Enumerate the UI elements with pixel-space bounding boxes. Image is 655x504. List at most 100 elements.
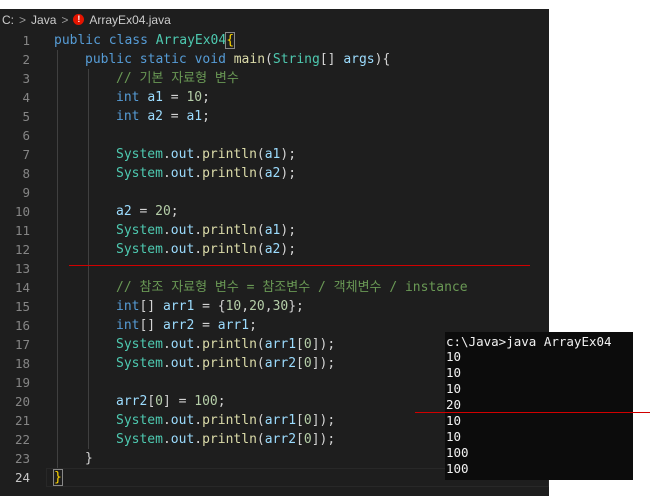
code-token: . <box>194 432 203 447</box>
code-token: ( <box>256 337 265 352</box>
code-token: . <box>162 356 171 371</box>
code-token: System <box>116 223 163 238</box>
code-line[interactable]: 12 System.out.println(a2); <box>0 240 549 259</box>
code-token: = <box>162 109 187 124</box>
terminal-output-line: 10 <box>446 381 462 396</box>
code-token: } <box>53 469 63 486</box>
code-line[interactable]: 3 // 기본 자료형 변수 <box>0 69 549 88</box>
code-line[interactable]: 14 // 참조 자료형 변수 = 참조변수 / 객체변수 / instance <box>0 278 549 297</box>
code-token: . <box>194 166 203 181</box>
code-text: int a2 = a1; <box>116 107 210 126</box>
code-line[interactable]: 7 System.out.println(a1); <box>0 145 549 164</box>
line-number: 4 <box>22 90 30 105</box>
code-token: a2 <box>116 204 132 219</box>
code-line[interactable]: 4 int a1 = 10; <box>0 88 549 107</box>
indent-guide <box>57 50 58 468</box>
code-token: ; <box>202 90 210 105</box>
code-text: int[] arr2 = arr1; <box>116 316 257 335</box>
code-token: [] <box>319 52 344 67</box>
code-token: ( <box>256 356 265 371</box>
code-token: ]); <box>311 356 336 371</box>
code-token: } <box>85 451 93 466</box>
code-token: a1 <box>264 223 281 238</box>
code-token: . <box>162 432 171 447</box>
code-token: ; <box>249 318 257 333</box>
code-token: ); <box>280 223 297 238</box>
code-text: System.out.println(a2); <box>116 240 296 259</box>
code-line[interactable]: 13 <box>0 259 549 278</box>
code-line[interactable]: 11 System.out.println(a1); <box>0 221 549 240</box>
code-token: println <box>202 413 257 428</box>
code-token: arr1 <box>217 318 250 333</box>
code-token: . <box>162 147 171 162</box>
breadcrumb-file[interactable]: ArrayEx04.java <box>89 13 170 27</box>
code-token: ( <box>256 413 265 428</box>
code-line[interactable]: 2 public static void main(String[] args){ <box>0 50 549 69</box>
code-text: } <box>85 449 93 468</box>
code-token: }; <box>288 299 304 314</box>
code-line[interactable]: 1 public class ArrayEx04{ <box>0 31 549 50</box>
code-text: System.out.println(arr1[0]); <box>116 335 335 354</box>
code-token: out <box>170 337 195 352</box>
code-token: println <box>202 337 257 352</box>
line-number: 15 <box>14 299 30 314</box>
code-token: 0 <box>155 394 163 409</box>
code-token: arr2 <box>264 356 297 371</box>
code-token: ( <box>256 223 265 238</box>
code-token: = <box>194 318 218 333</box>
code-token: , <box>264 299 273 314</box>
code-line[interactable]: 15 int[] arr1 = {10,20,30}; <box>0 297 549 316</box>
code-token: a2 <box>264 242 281 257</box>
breadcrumb-separator: > <box>19 12 27 27</box>
code-token: , <box>241 299 250 314</box>
line-number: 5 <box>22 109 30 124</box>
code-text: public class ArrayEx04{ <box>54 31 236 50</box>
code-line[interactable]: 9 <box>0 183 549 202</box>
code-token: ); <box>280 242 297 257</box>
code-token: . <box>162 413 171 428</box>
line-number: 2 <box>22 52 30 67</box>
line-number: 10 <box>14 204 30 219</box>
code-token: out <box>170 432 195 447</box>
code-line[interactable]: 10 a2 = 20; <box>0 202 549 221</box>
code-token: . <box>194 147 203 162</box>
code-token: . <box>194 223 203 238</box>
breadcrumb-separator: > <box>61 12 69 27</box>
code-token: println <box>202 432 257 447</box>
breadcrumb-drive[interactable]: C: <box>2 13 14 27</box>
terminal-output-line: 10 <box>446 365 462 380</box>
breadcrumb-folder[interactable]: Java <box>31 13 56 27</box>
code-token: ( <box>265 52 273 67</box>
code-token: [ <box>296 337 304 352</box>
code-token: [ <box>296 356 304 371</box>
code-token: int <box>116 318 140 333</box>
code-token: ; <box>202 109 210 124</box>
code-token: ); <box>280 147 297 162</box>
line-number: 16 <box>14 318 30 333</box>
code-token: println <box>202 166 257 181</box>
terminal-output-line: 100 <box>446 445 469 460</box>
code-token: class <box>108 33 148 48</box>
code-token: 30 <box>272 299 289 314</box>
code-token: ( <box>256 432 265 447</box>
code-token: a2 <box>147 109 163 124</box>
line-number: 14 <box>14 280 30 295</box>
code-text: arr2[0] = 100; <box>116 392 226 411</box>
terminal-output-line: 10 <box>446 413 462 428</box>
code-token: 10 <box>225 299 242 314</box>
code-line[interactable]: 5 int a2 = a1; <box>0 107 549 126</box>
code-token: public <box>85 52 132 67</box>
line-number: 19 <box>14 375 30 390</box>
code-token: // 참조 자료형 변수 = 참조변수 / 객체변수 / instance <box>116 280 468 295</box>
code-token: ]); <box>311 413 336 428</box>
code-token: arr1 <box>264 337 297 352</box>
code-token: . <box>194 337 203 352</box>
code-token: [ <box>147 394 156 409</box>
line-number: 7 <box>22 147 30 162</box>
code-line[interactable]: 8 System.out.println(a2); <box>0 164 549 183</box>
code-line[interactable]: 6 <box>0 126 549 145</box>
code-token: ]); <box>311 337 336 352</box>
